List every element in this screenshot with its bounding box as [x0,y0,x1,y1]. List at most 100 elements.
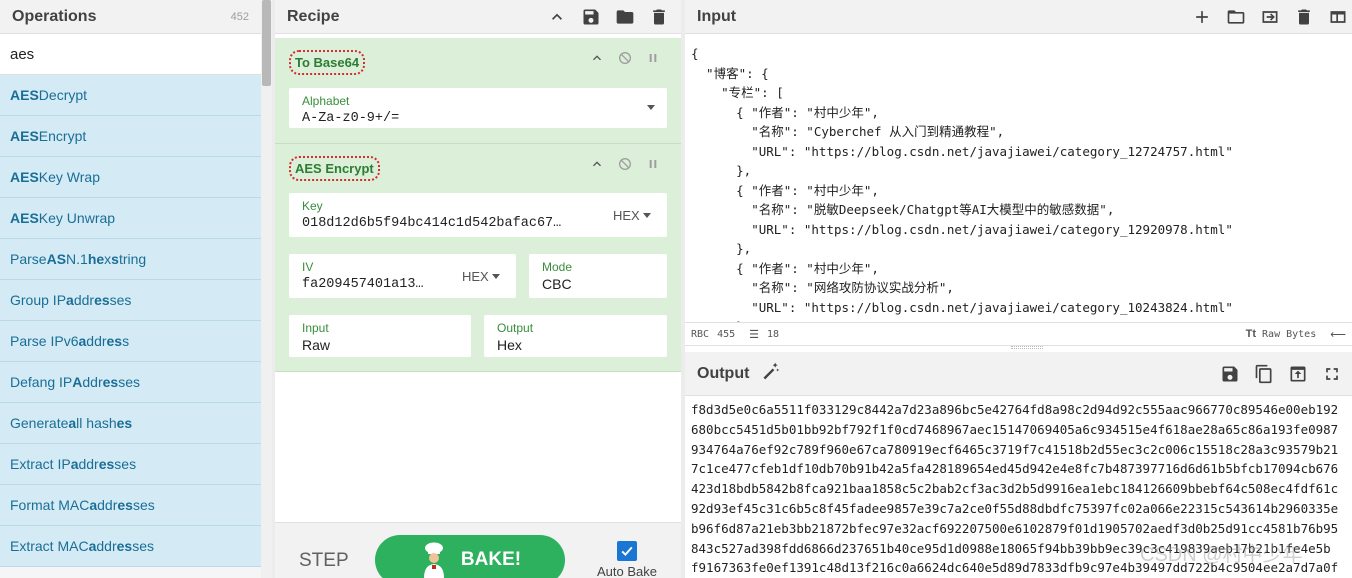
replace-input-icon[interactable] [1288,364,1308,384]
pause-op-icon[interactable] [645,156,661,172]
open-file-icon[interactable] [1260,7,1280,27]
operation-item-text: ddr [73,292,95,308]
operation-item[interactable]: Generate a ll hash es [0,403,261,444]
copy-output-icon[interactable] [1254,364,1274,384]
operation-item-text: Defang IP [10,374,73,390]
output-format-value: Hex [497,337,522,353]
mode-field[interactable]: Mode CBC [529,254,667,298]
magic-wand-icon[interactable] [761,361,781,386]
save-recipe-icon[interactable] [581,7,601,27]
operation-item[interactable]: Group IP a ddr es ses [0,280,261,321]
key-format-dropdown[interactable]: HEX [613,208,651,223]
alphabet-value: A-Za-z0-9+/= [302,111,400,126]
load-recipe-icon[interactable] [615,7,635,27]
collapse-op-icon[interactable] [589,50,605,66]
chef-icon [423,542,444,578]
operation-item-text: a [66,292,74,308]
recipe-op-to-base64: To Base64 Alphabet A-Za-z0-9+/= [275,38,681,144]
operation-item-text: a [68,415,77,431]
operation-item-text: a [89,497,98,513]
eol-icon[interactable]: ⟵ [1330,328,1346,341]
alphabet-field[interactable]: Alphabet A-Za-z0-9+/= [289,88,667,128]
operation-item[interactable]: AES Decrypt [0,75,261,116]
step-button[interactable]: STEP [299,550,349,572]
operation-item[interactable]: Parse AS N.1 he x s tring [0,239,261,280]
auto-bake-label: Auto Bake [597,564,657,578]
text-format-icon[interactable]: Tt [1246,328,1256,340]
operation-item[interactable]: Extract IP a ddr es ses [0,444,261,485]
char-count-label: RBC [691,328,710,340]
disable-op-icon[interactable] [617,50,633,66]
iv-value: fa209457401a13… [302,277,424,292]
op-name-aes-encrypt[interactable]: AES Encrypt [289,156,380,181]
operation-item[interactable]: AES Encrypt [0,116,261,157]
operation-item[interactable]: AES Key Wrap [0,157,261,198]
operation-item[interactable]: Parse IPv6 a ddr es s [0,321,261,362]
encoding-label[interactable]: Raw Bytes [1262,329,1316,340]
char-count: 455 [717,328,736,340]
output-format-field[interactable]: Output Hex [484,315,667,357]
clear-recipe-icon[interactable] [649,7,669,27]
operation-item-text: Generate [10,415,69,431]
key-field[interactable]: Key 018d12d6b5f94bc414c1d542bafac67… HEX [289,193,667,237]
collapse-all-icon[interactable] [547,7,567,27]
iv-format-dropdown[interactable]: HEX [462,269,500,284]
operation-item-text: ddr [96,538,117,554]
operation-item-text: ses [114,456,137,472]
disable-op-icon[interactable] [617,156,633,172]
operation-item-text: ses [109,292,132,308]
bake-button[interactable]: BAKE! [375,535,565,578]
operation-item-text: s [122,333,130,349]
pause-op-icon[interactable] [645,50,661,66]
operations-scrollbar[interactable] [261,0,272,578]
operation-item[interactable]: Format MAC a ddr es ses [0,485,261,526]
operation-item-text: a [88,538,97,554]
mode-value: CBC [542,276,572,292]
operation-item-text: AES [10,169,39,185]
operation-item-text: Key Unwrap [38,210,116,226]
operation-item-text: Extract IP [10,456,71,472]
operation-item-text: ddr [78,456,99,472]
operation-item-text: ddr [97,497,118,513]
input-textarea[interactable]: { "博客": { "专栏": [ { "作者": "村中少年", "名称": … [685,38,1352,322]
iv-field[interactable]: IV fa209457401a13… HEX [289,254,516,298]
open-folder-icon[interactable] [1226,7,1246,27]
auto-bake-checkbox[interactable] [617,541,637,561]
auto-bake[interactable]: Auto Bake [593,541,661,578]
input-format-field[interactable]: Input Raw [289,315,471,357]
operation-item-text: Group IP [10,292,67,308]
operation-item-text: AES [10,87,39,103]
operation-item-text: AES [10,210,39,226]
layout-icon[interactable] [1328,7,1348,27]
operation-item[interactable]: Extract MAC a ddr es ses [0,526,261,567]
input-status-bar: RBC 455 ☰ 18 Tt Raw Bytes ⟵ [685,322,1352,346]
output-title: Output [697,364,750,382]
operation-item-text: Parse IPv6 [10,333,79,349]
operation-item[interactable]: AES Key Unwrap [0,198,261,239]
output-header: Output [685,352,1352,396]
collapse-op-icon[interactable] [589,156,605,172]
maximize-icon[interactable] [1322,364,1342,384]
clear-input-icon[interactable] [1294,7,1314,27]
operation-item-text: es [106,333,123,349]
recipe-header: Recipe [275,0,681,34]
operation-item-text: Parse [10,251,47,267]
resize-grip[interactable] [1011,346,1043,349]
watermark: CSDN @村中少年 [1140,544,1303,566]
input-format-value: Raw [302,337,331,353]
save-output-icon[interactable] [1220,364,1240,384]
operation-item[interactable]: Defang IP Addr es ses [0,362,261,403]
operation-item-text: tring [118,251,147,267]
operations-scrollbar-thumb[interactable] [262,0,271,86]
operation-item-text: x [104,251,112,267]
operation-item-text: Encrypt [38,128,87,144]
operation-item-text: es [94,292,110,308]
operation-item-text: A [72,374,83,390]
operations-search-input[interactable]: aes [0,34,261,75]
operation-item-text: es [116,415,133,431]
add-tab-icon[interactable] [1192,7,1212,27]
op-name-to-base64[interactable]: To Base64 [289,50,366,75]
chevron-down-icon[interactable] [647,105,655,110]
input-format-label: Input [302,321,329,335]
mode-label: Mode [542,260,573,274]
